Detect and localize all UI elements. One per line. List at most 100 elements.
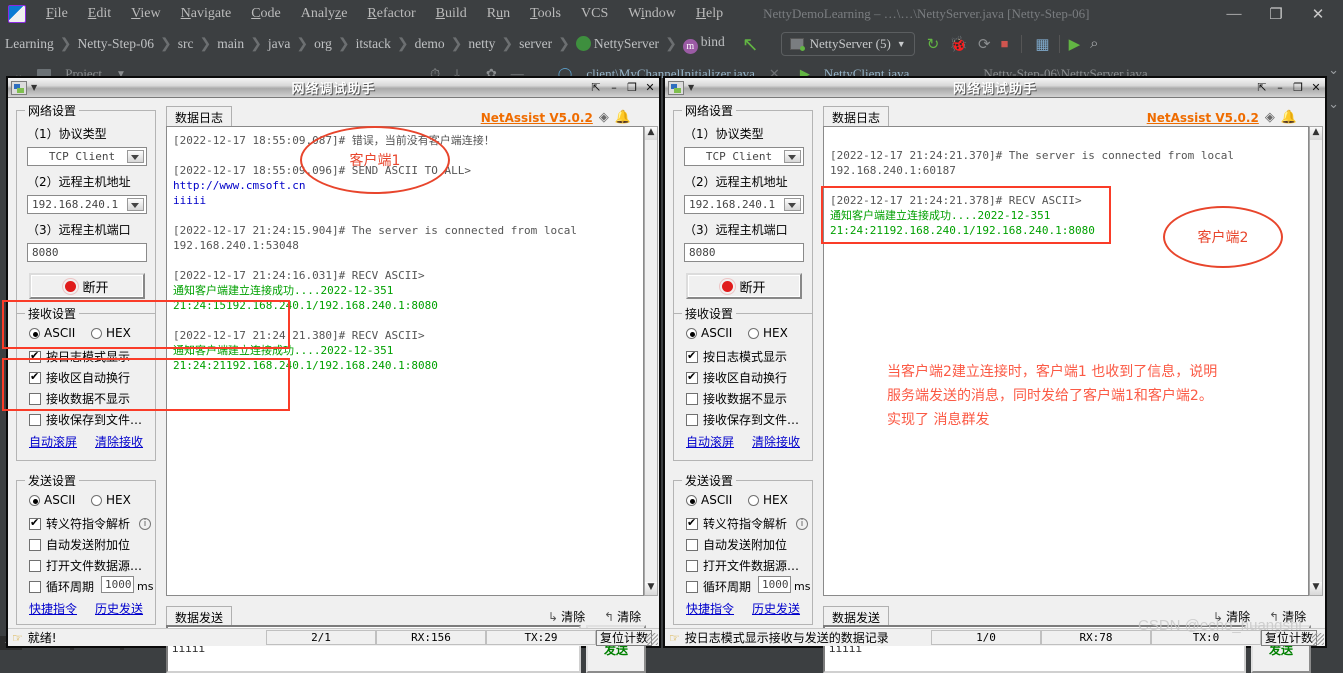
recv-check-log-mode[interactable]: 按日志模式显示 <box>29 348 130 365</box>
info-icon[interactable]: i <box>796 517 809 530</box>
resize-grip[interactable] <box>1312 633 1324 645</box>
menu-navigate[interactable]: Navigate <box>171 4 242 24</box>
auto-scroll-link[interactable]: 自动滚屏 <box>686 433 734 450</box>
breadcrumb-class[interactable]: NettyServer <box>571 36 664 52</box>
recv-hex-radio[interactable]: HEX <box>748 326 788 340</box>
clear-recv-link[interactable]: 清除接收 <box>95 433 143 450</box>
send-check-cycle[interactable]: 循环周期 <box>686 578 751 595</box>
scroll-down-icon[interactable]: ▼ <box>645 582 657 595</box>
recv-check-save-file[interactable]: 接收保存到文件… <box>29 411 142 428</box>
pin-icon[interactable]: ⇱ <box>1256 81 1268 94</box>
breadcrumb-netty[interactable]: netty <box>463 36 500 52</box>
bell-icon[interactable]: 🔔 <box>615 110 631 125</box>
send-cycle-input[interactable]: 1000 <box>758 576 791 593</box>
reset-counter-button[interactable]: 复位计数 <box>596 629 653 646</box>
netassist-window-right[interactable]: ▼ 网络调试助手 ⇱ – ❐ ✕ 网络设置 （1）协议类型 TCP Client… <box>663 76 1327 673</box>
clear-send-button[interactable]: ↰ 清除 <box>604 608 641 625</box>
send-check-cycle[interactable]: 循环周期 <box>29 578 94 595</box>
maximize-icon[interactable]: ❐ <box>626 81 638 94</box>
breadcrumb-method[interactable]: m bind <box>678 34 730 54</box>
breadcrumb-org[interactable]: org <box>309 36 337 52</box>
disconnect-button[interactable]: 断开 <box>29 273 145 299</box>
minimize-icon[interactable]: — <box>1213 6 1255 23</box>
window-titlebar[interactable]: ▼ 网络调试助手 ⇱ – ❐ ✕ <box>665 78 1325 98</box>
menu-run[interactable]: Run <box>477 4 520 24</box>
project-structure-icon[interactable]: ▦ <box>1035 35 1049 54</box>
send-check-append[interactable]: 自动发送附加位 <box>686 536 787 553</box>
diamond-icon[interactable]: ◈ <box>1265 110 1275 125</box>
remote-host-input[interactable]: 192.168.240.1 <box>684 195 804 214</box>
search-icon[interactable]: ⌕ <box>1090 35 1098 53</box>
recv-check-log-mode[interactable]: 按日志模式显示 <box>686 348 787 365</box>
send-check-file-source[interactable]: 打开文件数据源… <box>29 557 142 574</box>
quick-commands-link[interactable]: 快捷指令 <box>686 600 734 617</box>
tab-data-log[interactable]: 数据日志 <box>166 106 233 128</box>
menu-code[interactable]: Code <box>241 4 291 24</box>
menu-file[interactable]: File <box>36 4 78 24</box>
clear-recv-button[interactable]: ↳ 清除 <box>548 608 585 625</box>
send-cycle-input[interactable]: 1000 <box>101 576 134 593</box>
scroll-down-icon[interactable]: ▼ <box>1310 582 1322 595</box>
breadcrumb-itstack[interactable]: itstack <box>351 36 396 52</box>
close-icon[interactable]: ✕ <box>1297 5 1339 24</box>
run-anything-icon[interactable]: ▶ <box>1069 35 1081 54</box>
remote-port-input[interactable]: 8080 <box>684 243 804 262</box>
send-hex-radio[interactable]: HEX <box>91 493 131 507</box>
send-history-link[interactable]: 历史发送 <box>95 600 143 617</box>
protocol-type-select[interactable]: TCP Client <box>684 147 804 166</box>
recv-hex-radio[interactable]: HEX <box>91 326 131 340</box>
send-check-append[interactable]: 自动发送附加位 <box>29 536 130 553</box>
menu-refactor[interactable]: Refactor <box>357 4 425 24</box>
coverage-icon[interactable]: ⟳ <box>978 35 991 54</box>
netassist-brand[interactable]: NetAssist V5.0.2 <box>1147 111 1259 125</box>
run-configuration-selector[interactable]: NettyServer (5) ▼ <box>780 32 915 56</box>
stop-icon[interactable]: ■ <box>1001 36 1009 52</box>
menu-analyze[interactable]: Analyze <box>291 4 358 24</box>
chevron-down-icon[interactable]: ⌄ <box>1328 62 1339 78</box>
netassist-window-left[interactable]: ▼ 网络调试助手 ⇱ – ❐ ✕ 网络设置 （1）协议类型 TCP Client… <box>2 76 661 673</box>
chevron-down-icon[interactable]: ⌄ <box>1328 96 1339 112</box>
recv-check-hide[interactable]: 接收数据不显示 <box>29 390 130 407</box>
breadcrumb-server[interactable]: server <box>514 36 557 52</box>
send-check-escape[interactable]: 转义符指令解析 i <box>686 515 809 532</box>
menu-help[interactable]: Help <box>686 4 733 24</box>
window-titlebar[interactable]: ▼ 网络调试助手 ⇱ – ❐ ✕ <box>8 78 659 98</box>
tab-data-log[interactable]: 数据日志 <box>823 106 890 128</box>
remote-host-input[interactable]: 192.168.240.1 <box>27 195 147 214</box>
protocol-type-select[interactable]: TCP Client <box>27 147 147 166</box>
pin-icon[interactable]: ⇱ <box>590 81 602 94</box>
send-history-link[interactable]: 历史发送 <box>752 600 800 617</box>
netassist-brand[interactable]: NetAssist V5.0.2 <box>481 111 593 125</box>
menu-build[interactable]: Build <box>426 4 477 24</box>
back-arrow-icon[interactable]: ↖ <box>742 32 759 57</box>
quick-commands-link[interactable]: 快捷指令 <box>29 600 77 617</box>
maximize-icon[interactable]: ❐ <box>1292 81 1304 94</box>
log-scrollbar[interactable]: ▲ ▼ <box>644 126 658 596</box>
minimize-icon[interactable]: – <box>608 81 620 94</box>
log-scrollbar[interactable]: ▲ ▼ <box>1309 126 1323 596</box>
breadcrumb-module[interactable]: Netty-Step-06 <box>72 36 159 52</box>
breadcrumb-main[interactable]: main <box>212 36 249 52</box>
disconnect-button[interactable]: 断开 <box>686 273 802 299</box>
menu-window[interactable]: Window <box>618 4 686 24</box>
recv-ascii-radio[interactable]: ASCII <box>29 326 75 340</box>
auto-scroll-link[interactable]: 自动滚屏 <box>29 433 77 450</box>
clear-recv-link[interactable]: 清除接收 <box>752 433 800 450</box>
menu-edit[interactable]: Edit <box>78 4 121 24</box>
close-icon[interactable]: ✕ <box>1310 81 1322 94</box>
remote-port-input[interactable]: 8080 <box>27 243 147 262</box>
scroll-up-icon[interactable]: ▲ <box>1310 127 1322 140</box>
send-ascii-radio[interactable]: ASCII <box>29 493 75 507</box>
bell-icon[interactable]: 🔔 <box>1281 110 1297 125</box>
scroll-up-icon[interactable]: ▲ <box>645 127 657 140</box>
info-icon[interactable]: i <box>139 517 152 530</box>
send-check-file-source[interactable]: 打开文件数据源… <box>686 557 799 574</box>
send-ascii-radio[interactable]: ASCII <box>686 493 732 507</box>
rerun-icon[interactable]: ↻ <box>927 35 940 54</box>
send-hex-radio[interactable]: HEX <box>748 493 788 507</box>
breadcrumb-demo[interactable]: demo <box>410 36 450 52</box>
breadcrumb-src[interactable]: src <box>173 36 199 52</box>
minimize-icon[interactable]: – <box>1274 81 1286 94</box>
data-log-view[interactable]: [2022-12-17 18:55:09.087]# 错误，当前没有客户端连接！… <box>166 126 644 596</box>
diamond-icon[interactable]: ◈ <box>599 110 609 125</box>
